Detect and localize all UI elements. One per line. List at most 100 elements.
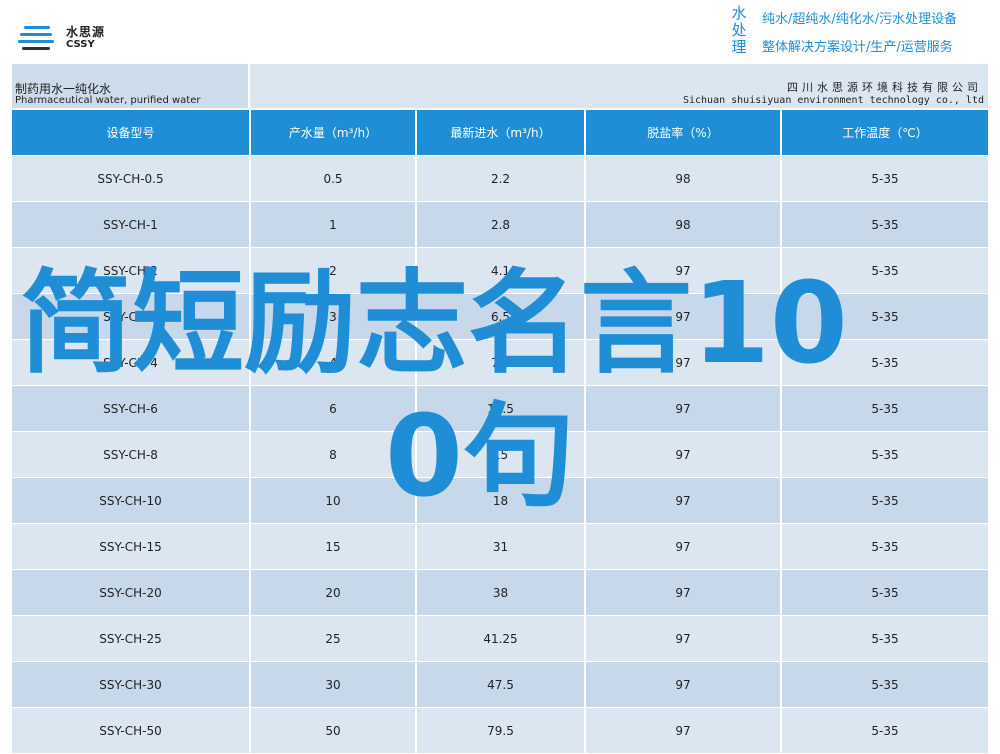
company-logo[interactable]: 水思源 CSSY [18,20,118,56]
cell-desalination: 97 [586,616,782,661]
cell-model: SSY-CH-3 [12,294,251,339]
cell-model: SSY-CH-30 [12,662,251,707]
vertical-title-char: 水 [731,4,747,22]
cell-inlet: 15 [417,432,586,477]
vertical-title: 水 处 理 [727,5,751,56]
table-row: SSY-CH-4 4 7.8 97 5-35 [12,340,988,386]
subheader-band: 制药用水一纯化水 Pharmaceutical water, purified … [12,64,988,108]
cell-output: 50 [251,708,417,753]
cell-model: SSY-CH-0.5 [12,156,251,201]
table-row: SSY-CH-25 25 41.25 97 5-35 [12,616,988,662]
table-header-row: 设备型号 产水量（m³/h） 最新进水（m³/h） 脱盐率（%） 工作温度（℃） [12,110,988,156]
cell-model: SSY-CH-50 [12,708,251,753]
cell-inlet: 41.25 [417,616,586,661]
table-row: SSY-CH-50 50 79.5 97 5-35 [12,708,988,754]
cell-desalination: 97 [586,478,782,523]
table-row: SSY-CH-1 1 2.8 98 5-35 [12,202,988,248]
cell-temperature: 5-35 [871,677,899,692]
column-header-model: 设备型号 [12,110,251,155]
cell-model: SSY-CH-20 [12,570,251,615]
cell-temperature: 5-35 [871,263,899,278]
tagline-products: 纯水/超纯水/纯化水/污水处理设备 [762,12,958,27]
cell-output: 4 [251,340,417,385]
cell-output: 6 [251,386,417,431]
cell-output: 3 [251,294,417,339]
table-row: SSY-CH-3 3 6.5 97 5-35 [12,294,988,340]
cell-model: SSY-CH-15 [12,524,251,569]
logo-text-cn: 水思源 [66,25,106,39]
spec-table: 设备型号 产水量（m³/h） 最新进水（m³/h） 脱盐率（%） 工作温度（℃）… [12,110,988,754]
company-name-cn: 四川水思源环境科技有限公司 [787,81,982,94]
cell-desalination: 97 [586,248,782,293]
table-row: SSY-CH-8 8 15 97 5-35 [12,432,988,478]
cell-inlet: 2.2 [417,156,586,201]
logo-text-en: CSSY [66,39,95,50]
cell-output: 1 [251,202,417,247]
cell-temperature: 5-35 [871,355,899,370]
cell-model: SSY-CH-6 [12,386,251,431]
cell-inlet: 12.5 [417,386,586,431]
cell-desalination: 98 [586,202,782,247]
cell-desalination: 98 [586,156,782,201]
cell-temperature: 5-35 [871,171,899,186]
cell-temperature: 5-35 [871,309,899,324]
cell-desalination: 97 [586,708,782,753]
table-row: SSY-CH-6 6 12.5 97 5-35 [12,386,988,432]
cell-inlet: 47.5 [417,662,586,707]
cell-temperature: 5-35 [871,217,899,232]
cell-output: 2 [251,248,417,293]
category-title-en: Pharmaceutical water, purified water [15,95,201,106]
cell-temperature: 5-35 [871,539,899,554]
table-row: SSY-CH-0.5 0.5 2.2 98 5-35 [12,156,988,202]
cell-model: SSY-CH-25 [12,616,251,661]
cell-desalination: 97 [586,432,782,477]
cell-desalination: 97 [586,294,782,339]
table-row: SSY-CH-20 20 38 97 5-35 [12,570,988,616]
cell-model: SSY-CH-2 [12,248,251,293]
vertical-title-char: 处 [731,21,747,39]
cell-output: 8 [251,432,417,477]
category-label: 制药用水一纯化水 Pharmaceutical water, purified … [12,64,250,108]
column-header-desalination: 脱盐率（%） [586,110,782,155]
cell-output: 30 [251,662,417,707]
cell-output: 25 [251,616,417,661]
cell-desalination: 97 [586,570,782,615]
cell-temperature: 5-35 [871,447,899,462]
column-header-inlet: 最新进水（m³/h） [417,110,586,155]
vertical-title-char: 理 [731,38,747,56]
cell-model: SSY-CH-10 [12,478,251,523]
cell-temperature: 5-35 [871,723,899,738]
cell-inlet: 18 [417,478,586,523]
tagline-services: 整体解决方案设计/生产/运营服务 [762,40,953,55]
cell-model: SSY-CH-8 [12,432,251,477]
cell-inlet: 6.5 [417,294,586,339]
cell-desalination: 97 [586,386,782,431]
cell-output: 10 [251,478,417,523]
cell-temperature: 5-35 [871,631,899,646]
cell-output: 20 [251,570,417,615]
table-row: SSY-CH-2 2 4.1 97 5-35 [12,248,988,294]
column-header-output: 产水量（m³/h） [251,110,417,155]
table-body: SSY-CH-0.5 0.5 2.2 98 5-35 SSY-CH-1 1 2.8 98 5-35… [12,156,988,754]
cell-desalination: 97 [586,524,782,569]
cell-desalination: 97 [586,662,782,707]
company-name-en: Sichuan shuisiyuan environment technolog… [682,95,984,106]
cell-inlet: 31 [417,524,586,569]
cell-model: SSY-CH-1 [12,202,251,247]
cell-model: SSY-CH-4 [12,340,251,385]
cell-temperature: 5-35 [871,493,899,508]
cell-desalination: 97 [586,340,782,385]
table-row: SSY-CH-15 15 31 97 5-35 [12,524,988,570]
cell-inlet: 2.8 [417,202,586,247]
cell-output: 15 [251,524,417,569]
cell-inlet: 38 [417,570,586,615]
cell-temperature: 5-35 [871,401,899,416]
cell-inlet: 79.5 [417,708,586,753]
cell-temperature: 5-35 [871,585,899,600]
page-header: 水思源 CSSY 水 处 理 纯水/超纯水/纯化水/污水处理设备 整体解决方案设… [0,0,1000,62]
cell-inlet: 7.8 [417,340,586,385]
column-header-temperature: 工作温度（℃） [842,126,928,140]
cell-output: 0.5 [251,156,417,201]
cell-inlet: 4.1 [417,248,586,293]
table-row: SSY-CH-30 30 47.5 97 5-35 [12,662,988,708]
